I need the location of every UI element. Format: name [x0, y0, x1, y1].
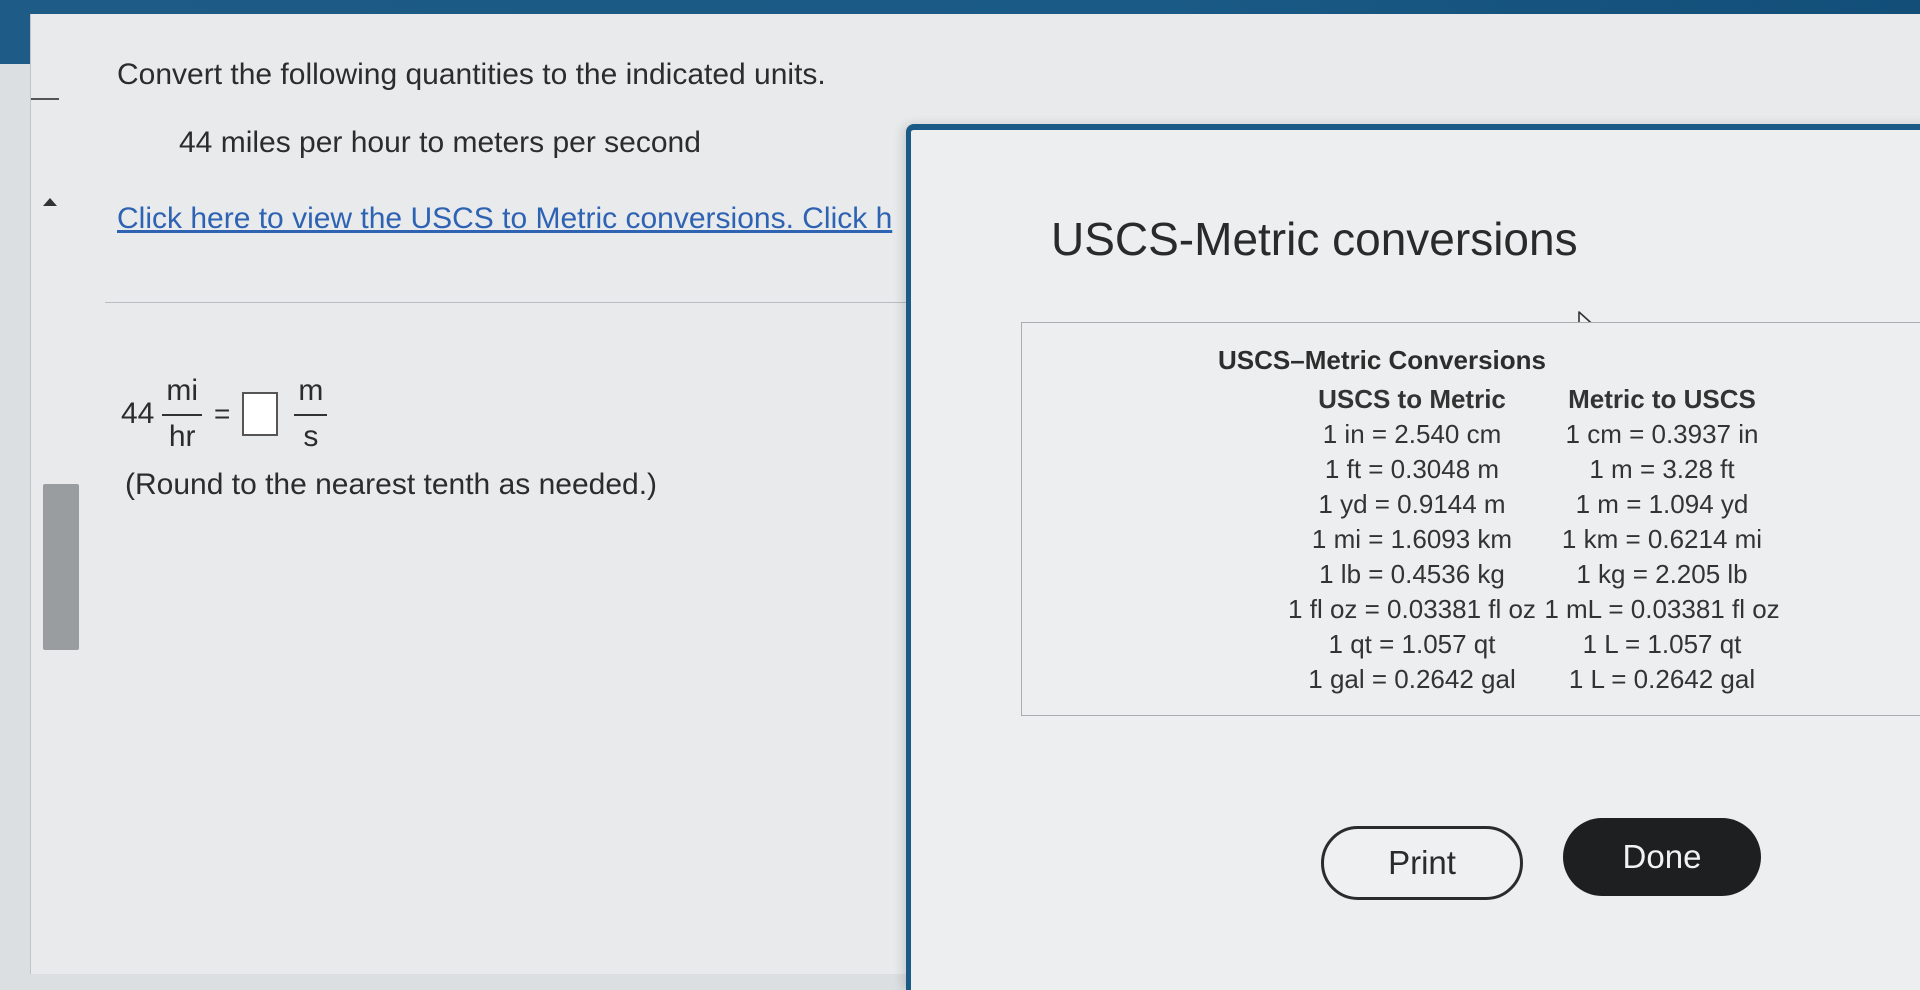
scroll-up-arrow-icon[interactable]	[43, 198, 57, 206]
equals-sign: =	[214, 398, 231, 429]
conversions-link[interactable]: Click here to view the USCS to Metric co…	[117, 202, 937, 236]
metric-to-uscs-column: Metric to USCS 1 cm = 0.3937 in 1 m = 3.…	[1512, 381, 1812, 697]
conversion-row: 1 L = 0.2642 gal	[1568, 664, 1756, 694]
conversion-table-title: USCS–Metric Conversions	[1218, 345, 1546, 375]
scrollbar-thumb[interactable]	[43, 484, 79, 650]
from-unit-fraction: mi hr	[162, 374, 203, 454]
done-button[interactable]: Done	[1563, 818, 1761, 896]
print-button[interactable]: Print	[1321, 826, 1523, 900]
dialog-title: USCS-Metric conversions	[1051, 213, 1578, 265]
conversion-row: 1 cm = 0.3937 in	[1565, 419, 1759, 449]
metric-to-uscs-header: Metric to USCS	[1568, 384, 1756, 414]
conversion-row: 1 m = 1.094 yd	[1575, 489, 1749, 519]
rounding-note: (Round to the nearest tenth as needed.)	[125, 468, 658, 501]
conversion-row: 1 L = 1.057 qt	[1582, 629, 1742, 659]
conversion-table: USCS–Metric Conversions USCS to Metric 1…	[1021, 322, 1920, 716]
to-unit-numerator: m	[294, 374, 328, 416]
to-unit-denominator: s	[303, 420, 319, 453]
answer-input[interactable]	[242, 392, 279, 436]
conversion-row: 1 kg = 2.205 lb	[1576, 559, 1748, 589]
conversion-row: 1 km = 0.6214 mi	[1561, 524, 1763, 554]
conversion-row: 1 m = 3.28 ft	[1589, 454, 1735, 484]
from-unit-denominator: hr	[168, 420, 196, 453]
left-margin-tick	[31, 98, 59, 100]
conversion-equation: 44 mi hr = m s	[121, 374, 335, 454]
question-prompt: 44 miles per hour to meters per second	[179, 126, 701, 159]
equation-value: 44	[121, 397, 155, 430]
from-unit-numerator: mi	[162, 374, 203, 416]
conversions-dialog: USCS-Metric conversions USCS–Metric Conv…	[906, 124, 1920, 990]
conversion-row: 1 mL = 0.03381 fl oz	[1544, 594, 1780, 624]
instruction-text: Convert the following quantities to the …	[117, 58, 826, 91]
section-divider	[105, 302, 945, 303]
to-unit-fraction: m s	[294, 374, 328, 454]
